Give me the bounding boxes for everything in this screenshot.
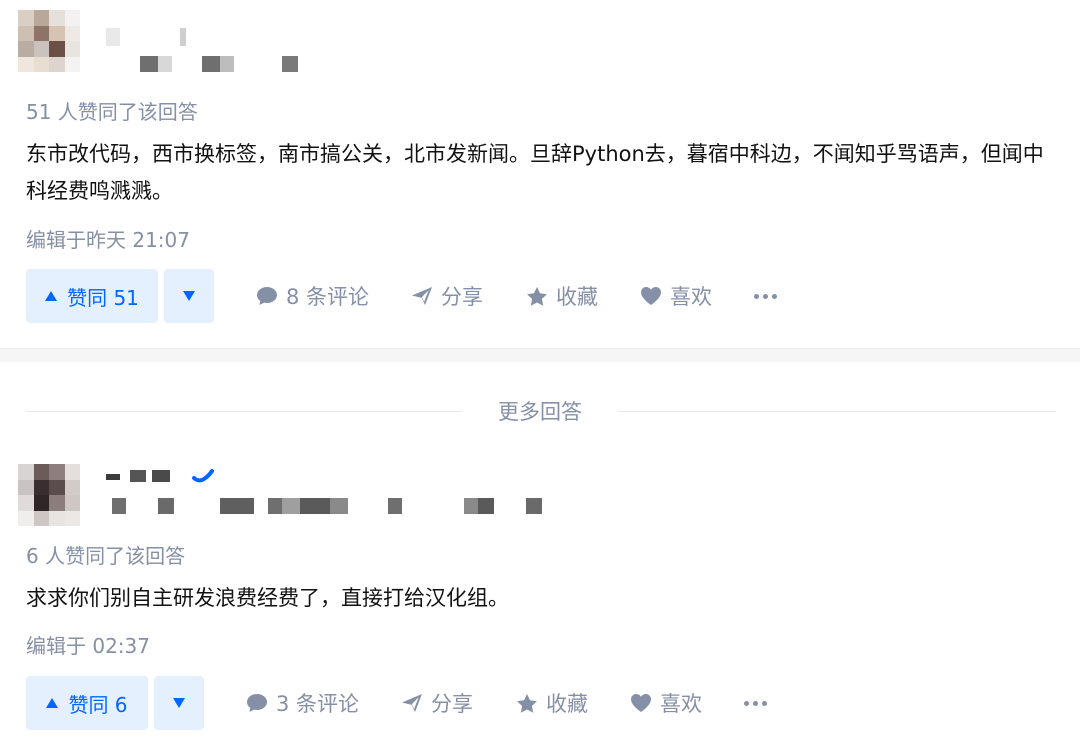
like-button[interactable]: 喜欢 [630, 676, 702, 730]
upvote-button[interactable]: 赞同 6 [26, 676, 148, 730]
author-headline [140, 56, 298, 72]
like-label: 喜欢 [660, 692, 702, 716]
upvote-label: 赞同 51 [67, 285, 139, 310]
author-name[interactable] [106, 466, 170, 484]
like-button[interactable]: 喜欢 [640, 269, 712, 323]
downvote-button[interactable] [154, 676, 204, 730]
more-answers-header: 更多回答 [0, 386, 1080, 438]
more-options-button[interactable] [744, 676, 767, 730]
answer-actions: 赞同 51 8 条评论 分享 收藏 喜欢 [26, 269, 1056, 323]
more-answers-label: 更多回答 [498, 400, 582, 424]
favorite-label: 收藏 [556, 285, 598, 309]
share-button[interactable]: 分享 [411, 269, 483, 323]
ellipsis-icon [744, 700, 749, 706]
author-avatar[interactable] [18, 10, 80, 72]
comments-button[interactable]: 8 条评论 [256, 269, 369, 323]
author-avatar[interactable] [18, 464, 80, 526]
paper-plane-icon [412, 287, 432, 305]
comments-button[interactable]: 3 条评论 [246, 676, 359, 730]
downvote-button[interactable] [164, 269, 214, 323]
triangle-down-icon [173, 698, 185, 708]
edit-time: 编辑于昨天 21:07 [26, 228, 190, 252]
author-headline [112, 498, 542, 514]
comments-label: 8 条评论 [286, 285, 370, 309]
answer-item: 51 人赞同了该回答 东市改代码，西市换标签，南市搞公关，北市发新闻。旦辞Pyt… [0, 0, 1080, 348]
triangle-up-icon [46, 698, 59, 708]
edit-time: 编辑于 02:37 [26, 634, 150, 658]
answer-item: 6 人赞同了该回答 求求你们别自主研发浪费经费了，直接打给汉化组。 编辑于 02… [0, 448, 1080, 748]
answer-content: 求求你们别自主研发浪费经费了，直接打给汉化组。 [26, 586, 509, 610]
triangle-up-icon [45, 291, 58, 301]
upvote-label: 赞同 6 [68, 692, 128, 717]
heart-icon [641, 287, 661, 305]
favorite-button[interactable]: 收藏 [516, 676, 588, 730]
heart-icon [631, 694, 651, 712]
share-label: 分享 [431, 692, 473, 716]
like-label: 喜欢 [670, 285, 712, 309]
verified-check-icon [192, 469, 214, 483]
answer-content: 东市改代码，西市换标签，南市搞公关，北市发新闻。旦辞Python去，暮宿中科边，… [26, 142, 1044, 203]
comment-bubble-icon [257, 287, 277, 305]
section-divider [0, 348, 1080, 362]
star-icon [527, 286, 547, 306]
vote-summary: 51 人赞同了该回答 [26, 100, 198, 124]
upvote-button[interactable]: 赞同 51 [26, 269, 158, 323]
comment-bubble-icon [247, 694, 267, 712]
ellipsis-icon [754, 293, 759, 299]
share-button[interactable]: 分享 [401, 676, 473, 730]
divider-line [26, 411, 462, 412]
star-icon [517, 693, 537, 713]
more-options-button[interactable] [754, 269, 777, 323]
comments-label: 3 条评论 [276, 692, 360, 716]
divider-line [618, 411, 1056, 412]
triangle-down-icon [183, 291, 195, 301]
paper-plane-icon [402, 694, 422, 712]
favorite-label: 收藏 [546, 692, 588, 716]
author-name[interactable] [106, 28, 186, 46]
share-label: 分享 [441, 285, 483, 309]
vote-summary: 6 人赞同了该回答 [26, 544, 186, 568]
favorite-button[interactable]: 收藏 [526, 269, 598, 323]
answer-actions: 赞同 6 3 条评论 分享 收藏 喜欢 [26, 676, 1056, 730]
